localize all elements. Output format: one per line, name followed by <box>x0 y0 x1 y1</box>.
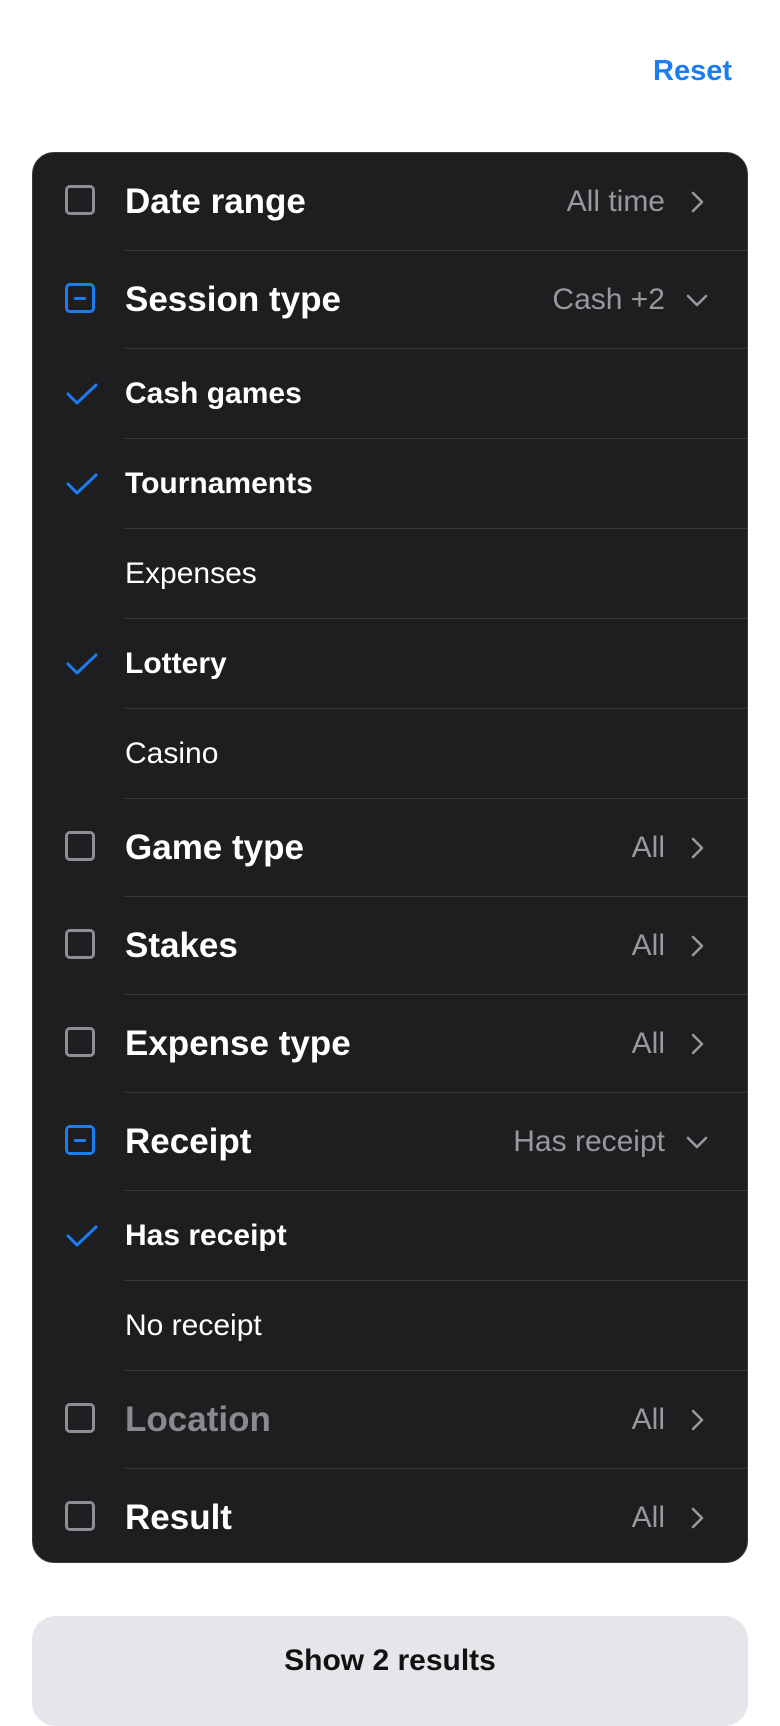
stakes-label: Stakes <box>125 926 238 965</box>
filter-game-type[interactable]: Game type All <box>33 799 747 897</box>
location-label: Location <box>125 1400 271 1439</box>
reset-button[interactable]: Reset <box>653 55 732 88</box>
filter-date-range[interactable]: Date range All time <box>33 153 747 251</box>
game-type-checkbox[interactable] <box>65 831 99 865</box>
chevron-right-icon <box>691 191 704 213</box>
filter-result[interactable]: Result All <box>33 1469 747 1562</box>
expense-type-checkbox[interactable] <box>65 1027 99 1061</box>
chevron-right-icon <box>691 935 704 957</box>
chevron-right-icon <box>691 1033 704 1055</box>
option-tournaments[interactable]: Tournaments <box>33 439 747 529</box>
filter-panel: Date range All time Session type Cash +2… <box>32 152 748 1563</box>
game-type-label: Game type <box>125 828 304 867</box>
location-checkbox[interactable] <box>65 1403 99 1437</box>
date-range-checkbox[interactable] <box>65 185 99 219</box>
chevron-down-icon <box>686 294 708 307</box>
option-label: Tournaments <box>125 467 313 500</box>
session-type-value: Cash +2 <box>552 283 665 316</box>
chevron-down-icon <box>686 1136 708 1149</box>
game-type-value: All <box>631 831 665 864</box>
filter-receipt[interactable]: Receipt Has receipt <box>33 1093 747 1191</box>
option-has-receipt[interactable]: Has receipt <box>33 1191 747 1281</box>
filter-expense-type[interactable]: Expense type All <box>33 995 747 1093</box>
date-range-value: All time <box>566 185 665 218</box>
option-no-receipt[interactable]: No receipt <box>33 1281 747 1371</box>
chevron-right-icon <box>691 837 704 859</box>
result-checkbox[interactable] <box>65 1501 99 1535</box>
checkmark-icon <box>66 383 98 405</box>
option-label: Expenses <box>125 557 257 590</box>
location-value: All <box>631 1403 665 1436</box>
session-type-label: Session type <box>125 280 341 319</box>
chevron-right-icon <box>691 1409 704 1431</box>
checkmark-icon <box>66 1225 98 1247</box>
checkmark-icon <box>66 653 98 675</box>
option-label: Has receipt <box>125 1219 287 1252</box>
chevron-right-icon <box>691 1507 704 1529</box>
receipt-checkbox[interactable] <box>65 1125 99 1159</box>
result-value: All <box>631 1501 665 1534</box>
option-label: Cash games <box>125 377 302 410</box>
date-range-label: Date range <box>125 182 306 221</box>
option-label: Lottery <box>125 647 227 680</box>
show-results-button[interactable]: Show 2 results <box>32 1616 748 1726</box>
filter-session-type[interactable]: Session type Cash +2 <box>33 251 747 349</box>
option-expenses[interactable]: Expenses <box>33 529 747 619</box>
expense-type-label: Expense type <box>125 1024 351 1063</box>
checkmark-icon <box>66 473 98 495</box>
show-results-label: Show 2 results <box>284 1644 496 1677</box>
session-type-checkbox[interactable] <box>65 283 99 317</box>
filter-location[interactable]: Location All <box>33 1371 747 1469</box>
result-label: Result <box>125 1498 232 1537</box>
receipt-label: Receipt <box>125 1122 252 1161</box>
option-label: No receipt <box>125 1309 262 1342</box>
expense-type-value: All <box>631 1027 665 1060</box>
option-cash-games[interactable]: Cash games <box>33 349 747 439</box>
option-casino[interactable]: Casino <box>33 709 747 799</box>
filter-stakes[interactable]: Stakes All <box>33 897 747 995</box>
option-label: Casino <box>125 737 219 770</box>
stakes-value: All <box>631 929 665 962</box>
stakes-checkbox[interactable] <box>65 929 99 963</box>
receipt-value: Has receipt <box>513 1125 665 1158</box>
option-lottery[interactable]: Lottery <box>33 619 747 709</box>
